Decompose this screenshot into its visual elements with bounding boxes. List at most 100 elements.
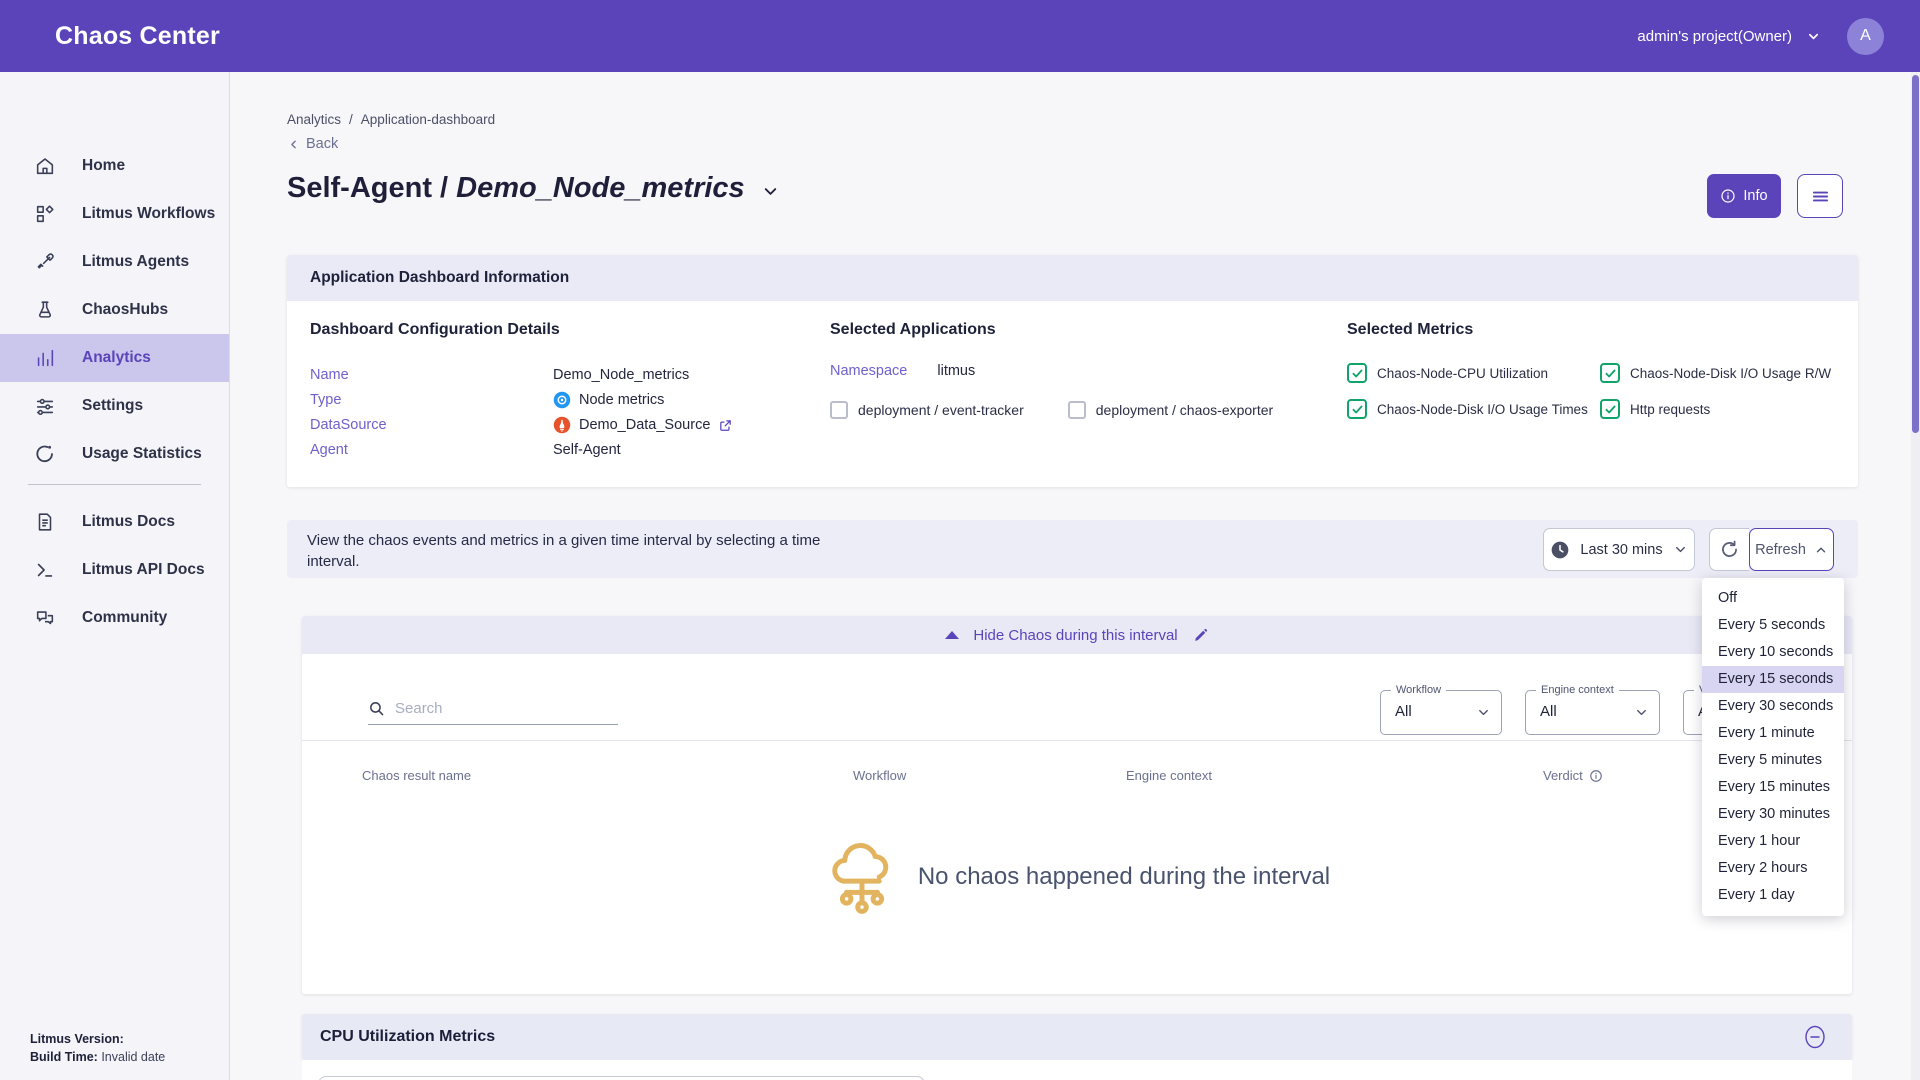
scrollbar-thumb[interactable] xyxy=(1912,75,1919,433)
cpu-metrics-title: CPU Utilization Metrics xyxy=(320,1028,495,1046)
chevron-left-icon xyxy=(287,138,300,151)
metric-checkbox-disk-rw[interactable]: Chaos-Node-Disk I/O Usage R/W xyxy=(1600,363,1858,383)
refresh-icon xyxy=(1719,539,1740,560)
checkbox-checked[interactable] xyxy=(1600,363,1620,383)
checkbox-checked[interactable] xyxy=(1347,363,1367,383)
config-details-title: Dashboard Configuration Details xyxy=(310,321,830,339)
checkbox-unchecked[interactable] xyxy=(1068,401,1086,419)
menu-item-every-1-minute[interactable]: Every 1 minute xyxy=(1702,720,1844,747)
chat-bubbles-icon xyxy=(34,607,56,629)
sidebar-item-usage-statistics[interactable]: Usage Statistics xyxy=(0,430,229,478)
sidebar-divider xyxy=(28,484,201,485)
breadcrumb-analytics[interactable]: Analytics xyxy=(287,112,341,127)
refresh-rate-dropdown[interactable]: Refresh xyxy=(1749,528,1834,571)
dashboard-name: Demo_Node_metrics xyxy=(456,172,745,204)
agent-name: Self-Agent / xyxy=(287,172,456,204)
selected-applications-title: Selected Applications xyxy=(830,321,1347,339)
vertical-scrollbar[interactable] xyxy=(1911,72,1920,1080)
sidebar-item-chaoshubs[interactable]: ChaosHubs xyxy=(0,286,229,334)
menu-item-every-30-seconds[interactable]: Every 30 seconds xyxy=(1702,693,1844,720)
checkbox-unchecked[interactable] xyxy=(830,401,848,419)
hide-chaos-toggle[interactable]: Hide Chaos during this interval xyxy=(302,616,1852,654)
menu-item-off[interactable]: Off xyxy=(1702,585,1844,612)
external-link-icon[interactable] xyxy=(718,418,733,433)
menu-item-every-15-minutes[interactable]: Every 15 minutes xyxy=(1702,774,1844,801)
sidebar-item-label: Litmus Docs xyxy=(82,513,175,531)
breadcrumb-separator: / xyxy=(349,112,353,127)
agent-value: Self-Agent xyxy=(553,442,830,458)
sidebar-item-label: Litmus Agents xyxy=(82,253,189,271)
refresh-now-button[interactable] xyxy=(1709,528,1749,571)
search-icon xyxy=(368,700,385,717)
sidebar-item-litmus-workflows[interactable]: Litmus Workflows xyxy=(0,190,229,238)
flask-icon xyxy=(34,299,56,321)
menu-item-every-1-day[interactable]: Every 1 day xyxy=(1702,882,1844,909)
selected-metrics-title: Selected Metrics xyxy=(1347,321,1858,339)
name-label: Name xyxy=(310,367,553,383)
build-time-value: Invalid date xyxy=(101,1050,165,1064)
menu-item-every-1-hour[interactable]: Every 1 hour xyxy=(1702,828,1844,855)
menu-item-every-30-minutes[interactable]: Every 30 minutes xyxy=(1702,801,1844,828)
namespace-label: Namespace xyxy=(830,363,907,379)
sidebar-item-analytics[interactable]: Analytics xyxy=(0,334,229,382)
info-icon xyxy=(1720,188,1736,204)
caret-up-icon xyxy=(945,631,959,639)
sidebar-item-label: ChaosHubs xyxy=(82,301,168,319)
chevron-down-icon xyxy=(1634,705,1649,720)
page-title: Self-Agent / Demo_Node_metrics xyxy=(287,172,745,205)
metric-checkbox-http[interactable]: Http requests xyxy=(1600,399,1858,419)
menu-item-every-15-seconds[interactable]: Every 15 seconds xyxy=(1702,666,1844,693)
interval-bar: View the chaos events and metrics in a g… xyxy=(287,520,1858,578)
pencil-icon[interactable] xyxy=(1192,627,1209,644)
namespace-value: litmus xyxy=(937,363,975,379)
checkbox-label: deployment / chaos-exporter xyxy=(1096,402,1273,418)
sidebar-item-community[interactable]: Community xyxy=(0,594,229,642)
sidebar-item-label: Community xyxy=(82,609,167,627)
checkbox-checked[interactable] xyxy=(1347,399,1367,419)
sidebar-item-settings[interactable]: Settings xyxy=(0,382,229,430)
breadcrumb: Analytics / Application-dashboard xyxy=(287,112,495,127)
workflow-filter-value: All xyxy=(1395,703,1412,720)
sidebar-item-litmus-api-docs[interactable]: Litmus API Docs xyxy=(0,546,229,594)
menu-item-every-10-seconds[interactable]: Every 10 seconds xyxy=(1702,639,1844,666)
sidebar-item-home[interactable]: Home xyxy=(0,142,229,190)
analytics-icon xyxy=(34,347,56,369)
metric-checkbox-disk-times[interactable]: Chaos-Node-Disk I/O Usage Times xyxy=(1347,399,1600,419)
checkbox-checked[interactable] xyxy=(1600,399,1620,419)
verdict-column-label: Verdict xyxy=(1543,768,1583,783)
empty-message: No chaos happened during the interval xyxy=(918,863,1330,891)
avatar[interactable]: A xyxy=(1847,18,1884,55)
time-range-selector[interactable]: Last 30 mins xyxy=(1543,528,1695,571)
hamburger-icon xyxy=(1810,186,1831,207)
sidebar-item-litmus-docs[interactable]: Litmus Docs xyxy=(0,498,229,546)
dashboard-menu-button[interactable] xyxy=(1797,174,1843,218)
build-time-label: Build Time: xyxy=(30,1050,98,1064)
menu-item-every-5-seconds[interactable]: Every 5 seconds xyxy=(1702,612,1844,639)
sidebar-item-litmus-agents[interactable]: Litmus Agents xyxy=(0,238,229,286)
search-field[interactable] xyxy=(368,700,618,725)
app-root: Chaos Center admin's project(Owner) A Ho… xyxy=(0,0,1920,1080)
verdict-info-icon[interactable] xyxy=(1589,769,1603,783)
workflow-filter-select[interactable]: Workflow All xyxy=(1380,690,1502,735)
title-chevron-down-icon[interactable] xyxy=(761,182,780,201)
checkbox-chaos-exporter[interactable]: deployment / chaos-exporter xyxy=(1068,401,1273,419)
checkbox-event-tracker[interactable]: deployment / event-tracker xyxy=(830,401,1024,419)
chevron-down-icon xyxy=(1673,542,1688,557)
metric-label: Chaos-Node-Disk I/O Usage R/W xyxy=(1630,366,1831,381)
collapse-minus-icon[interactable] xyxy=(1804,1025,1826,1049)
engine-context-filter-value: All xyxy=(1540,703,1557,720)
divider xyxy=(302,740,1852,741)
refresh-rate-menu: Off Every 5 seconds Every 10 seconds Eve… xyxy=(1702,578,1844,916)
menu-item-every-5-minutes[interactable]: Every 5 minutes xyxy=(1702,747,1844,774)
back-button[interactable]: Back xyxy=(287,136,338,152)
metric-checkbox-cpu[interactable]: Chaos-Node-CPU Utilization xyxy=(1347,363,1600,383)
menu-item-every-2-hours[interactable]: Every 2 hours xyxy=(1702,855,1844,882)
column-chaos-result-name: Chaos result name xyxy=(362,768,853,783)
engine-context-filter-select[interactable]: Engine context All xyxy=(1525,690,1660,735)
engine-context-filter-label: Engine context xyxy=(1536,684,1619,696)
cpu-metrics-widget xyxy=(318,1076,925,1080)
brand-title: Chaos Center xyxy=(55,22,220,51)
info-button[interactable]: Info xyxy=(1707,174,1781,218)
project-selector[interactable]: admin's project(Owner) xyxy=(1637,28,1821,45)
search-input[interactable] xyxy=(395,700,595,717)
